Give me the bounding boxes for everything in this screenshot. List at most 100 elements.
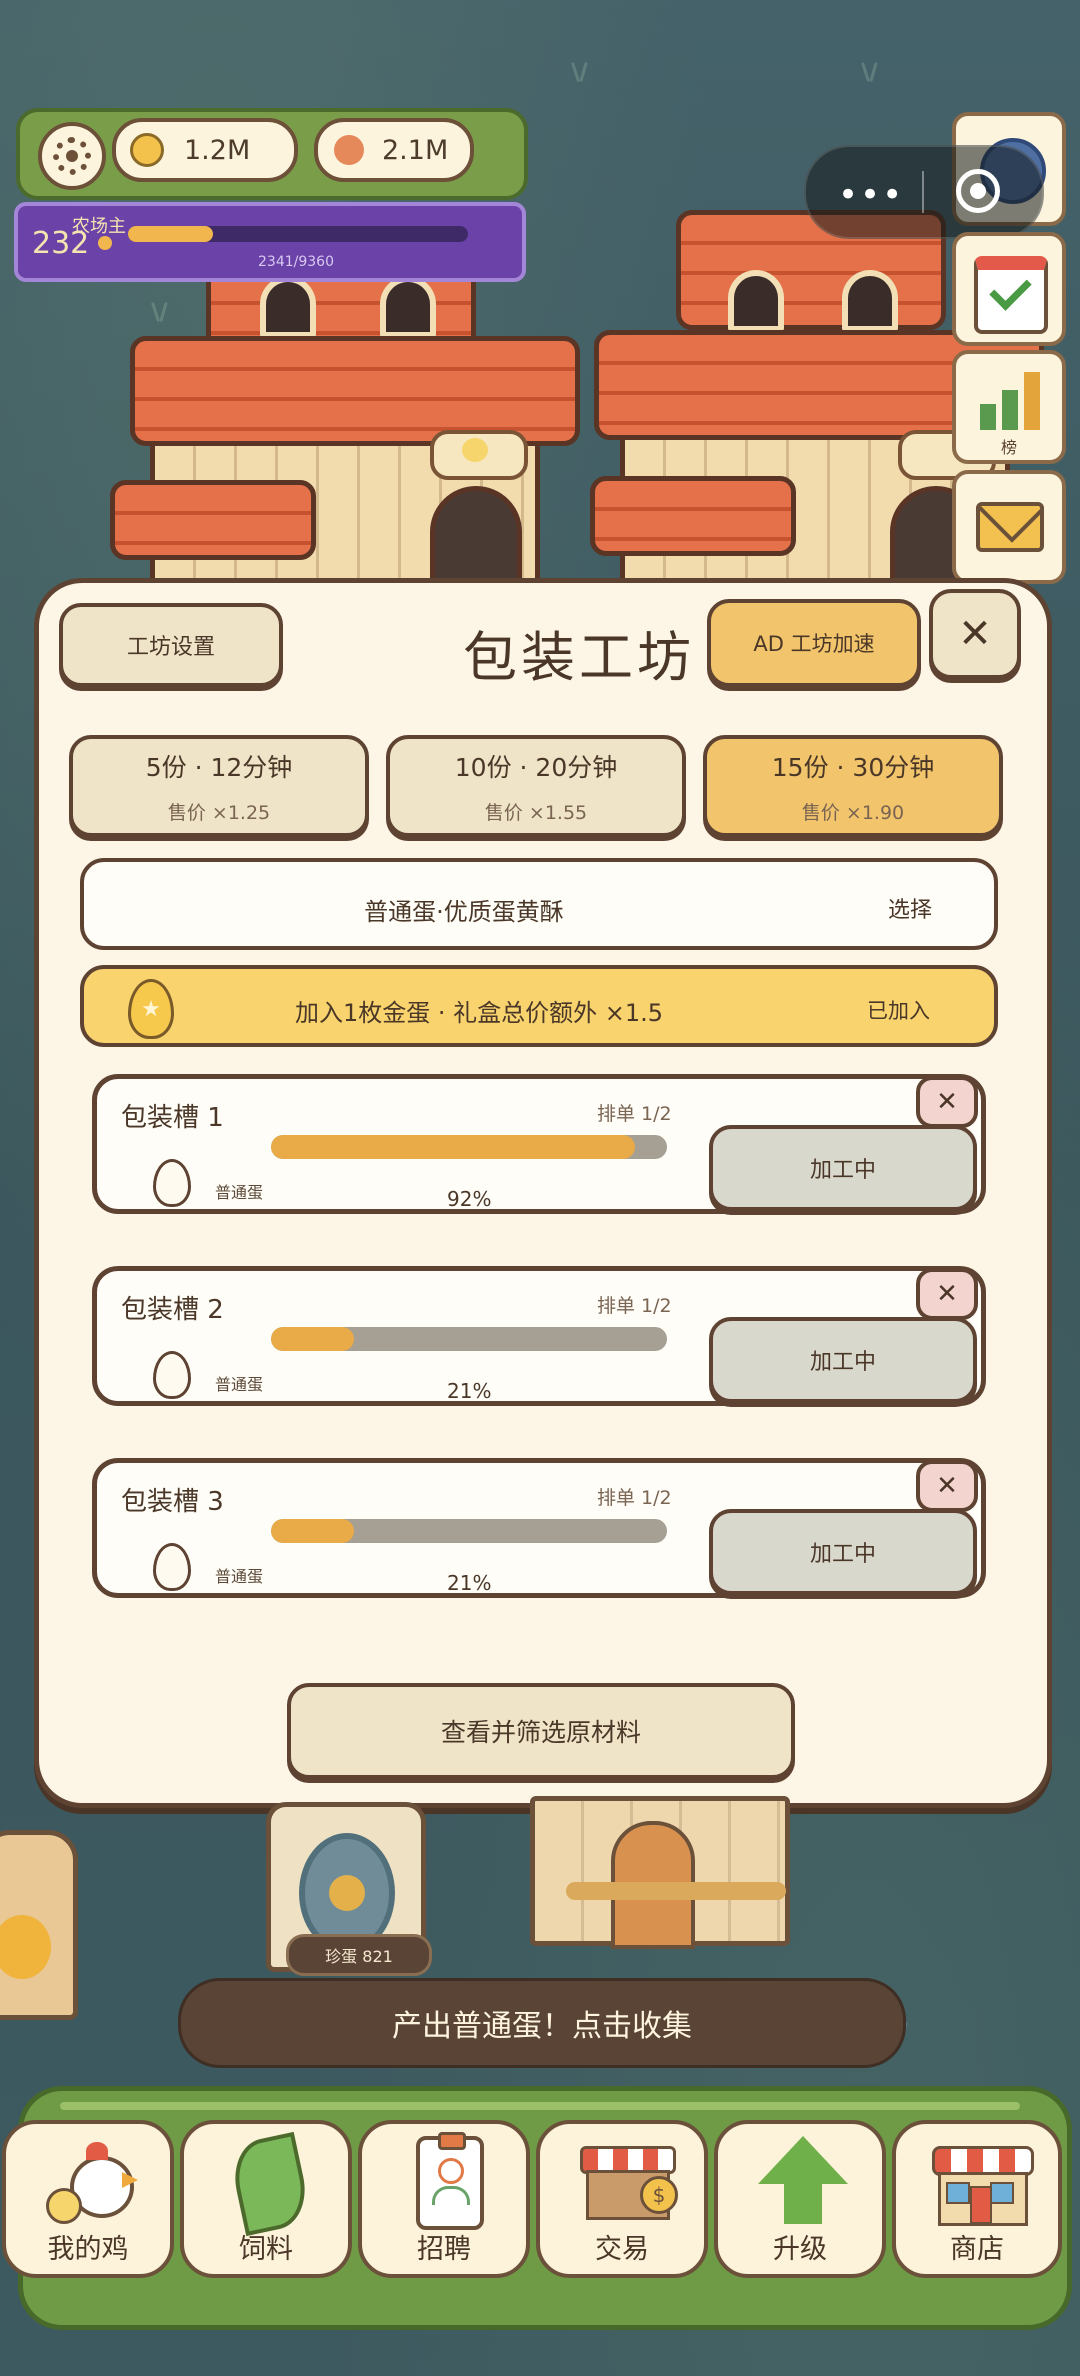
nav-feed[interactable]: 饲料	[180, 2120, 352, 2278]
workshop-settings-label: 工坊设置	[126, 635, 215, 660]
bar-chart-icon	[976, 368, 1046, 430]
leaf-icon	[227, 2131, 313, 2237]
option-main-label: 10份 · 20分钟	[454, 752, 618, 782]
close-icon: ✕	[936, 1087, 958, 1117]
slot-progress-track	[271, 1135, 667, 1159]
close-icon: ✕	[936, 1279, 958, 1309]
gear-icon	[53, 137, 91, 175]
gem-icon	[334, 135, 364, 165]
option-price-label: 售价 ×1.55	[484, 801, 588, 824]
chicken-icon	[46, 2142, 138, 2224]
level-progress-bar[interactable]: 232 农场主 2341/9360	[14, 202, 526, 282]
nav-stripe	[60, 2102, 1020, 2110]
collect-eggs-toast[interactable]: 产出普通蛋！点击收集	[178, 1978, 906, 2068]
resource-bar: 1.2M 2.1M	[16, 108, 528, 200]
gold-egg-status[interactable]: 已加入	[867, 995, 930, 1025]
slot-progress-track	[271, 1519, 667, 1543]
leaderboard-label: 榜	[1000, 438, 1017, 457]
option-5-portions[interactable]: 5份 · 12分钟 售价 ×1.25	[69, 735, 369, 837]
packaging-slot: 包装槽 1 排单 1/2 普通蛋 92% 加工中	[92, 1074, 986, 1214]
material-select-row[interactable]: 普通蛋·优质蛋黄酥 选择	[80, 858, 998, 950]
coop-attic-window	[842, 270, 898, 332]
close-icon: ✕	[936, 1471, 958, 1501]
conveyor-belt	[566, 1882, 786, 1900]
grass-tuft	[560, 60, 600, 82]
nav-label: 我的鸡	[47, 2234, 129, 2265]
settings-button[interactable]	[38, 122, 106, 190]
gold-egg-row[interactable]: ★ 加入1枚金蛋 · 礼盒总价额外 ×1.5 已加入	[80, 965, 998, 1047]
option-main-label: 15份 · 30分钟	[771, 752, 935, 782]
slot-status-label: 加工中	[809, 1350, 876, 1375]
option-main-label: 5份 · 12分钟	[145, 752, 293, 782]
slot-egg-type: 普通蛋	[215, 1567, 264, 1586]
workshop-settings-button[interactable]: 工坊设置	[59, 603, 283, 687]
more-dots-icon[interactable]: •••	[838, 175, 904, 215]
mini-program-capsule[interactable]: •••	[804, 145, 1044, 239]
nav-trade[interactable]: $ 交易	[536, 2120, 708, 2278]
machine-tag: 珍蛋 821	[286, 1934, 432, 1976]
view-filter-materials-label: 查看并筛选原材料	[440, 1718, 641, 1747]
player-title: 农场主	[72, 216, 126, 237]
nav-my-chickens[interactable]: 我的鸡	[2, 2120, 174, 2278]
slot-name: 包装槽 2	[121, 1295, 224, 1325]
slot-progress-fill	[271, 1519, 355, 1543]
gold-egg-label: 加入1枚金蛋 · 礼盒总价额外 ×1.5	[294, 999, 664, 1027]
coop-attic-window	[260, 276, 316, 338]
egg-oven[interactable]	[0, 1830, 78, 2020]
slot-queue: 排单 1/2	[597, 1487, 672, 1509]
shop-icon	[932, 2146, 1034, 2226]
coop-porch-roof	[110, 480, 316, 560]
nav-label: 交易	[595, 2234, 649, 2265]
slot-egg-type: 普通蛋	[215, 1183, 264, 1202]
slot-remove-button[interactable]: ✕	[916, 1268, 978, 1320]
leaderboard-button[interactable]: 榜	[952, 350, 1066, 464]
nav-recruit[interactable]: 招聘	[358, 2120, 530, 2278]
close-button[interactable]: ✕	[929, 589, 1021, 679]
ad-speedup-button[interactable]: AD 工坊加速	[707, 599, 921, 687]
nav-shop[interactable]: 商店	[892, 2120, 1062, 2278]
slot-percent: 92%	[447, 1187, 492, 1211]
slot-queue: 排单 1/2	[597, 1103, 672, 1125]
material-select-action[interactable]: 选择	[888, 892, 932, 924]
slot-percent: 21%	[447, 1571, 492, 1595]
recruit-badge-icon	[416, 2132, 484, 2230]
option-15-portions-selected[interactable]: 15份 · 30分钟 售价 ×1.90	[703, 735, 1003, 837]
mail-button[interactable]	[952, 470, 1066, 584]
egg-icon	[153, 1351, 191, 1399]
slot-remove-button[interactable]: ✕	[916, 1076, 978, 1128]
coin-counter[interactable]: 1.2M	[112, 118, 298, 182]
gem-counter[interactable]: 2.1M	[314, 118, 474, 182]
nav-label: 招聘	[417, 2234, 471, 2265]
slot-percent: 21%	[447, 1379, 492, 1403]
option-10-portions[interactable]: 10份 · 20分钟 售价 ×1.55	[386, 735, 686, 837]
nav-label: 商店	[950, 2234, 1004, 2265]
exit-ring-icon[interactable]	[956, 169, 1000, 213]
slot-remove-button[interactable]: ✕	[916, 1460, 978, 1512]
ad-speedup-label: AD 工坊加速	[753, 632, 875, 656]
coop-porch-roof	[590, 476, 796, 556]
slot-status-button[interactable]: 加工中	[709, 1125, 977, 1211]
option-price-label: 售价 ×1.25	[167, 801, 271, 824]
coop-attic-window	[380, 276, 436, 338]
slot-status-button[interactable]: 加工中	[709, 1509, 977, 1595]
slot-status-button[interactable]: 加工中	[709, 1317, 977, 1403]
option-price-label: 售价 ×1.90	[801, 801, 905, 824]
capsule-divider	[922, 171, 924, 213]
chicken-coop-left[interactable]	[110, 240, 590, 606]
slot-name: 包装槽 1	[121, 1103, 224, 1133]
slot-progress-fill	[271, 1135, 636, 1159]
chick-emblem	[462, 438, 488, 462]
packing-warehouse[interactable]	[530, 1796, 790, 1949]
up-arrow-icon	[758, 2136, 848, 2226]
view-filter-materials-button[interactable]: 查看并筛选原材料	[287, 1683, 795, 1779]
grass-tuft	[850, 60, 890, 82]
slot-queue: 排单 1/2	[597, 1295, 672, 1317]
slot-status-label: 加工中	[809, 1158, 876, 1183]
checkin-button[interactable]	[952, 232, 1066, 346]
market-stall-icon: $	[580, 2146, 678, 2220]
envelope-icon	[976, 502, 1044, 552]
close-icon: ✕	[958, 611, 992, 657]
slot-name: 包装槽 3	[121, 1487, 224, 1517]
nav-label: 饲料	[239, 2234, 293, 2265]
nav-upgrade[interactable]: 升级	[714, 2120, 886, 2278]
